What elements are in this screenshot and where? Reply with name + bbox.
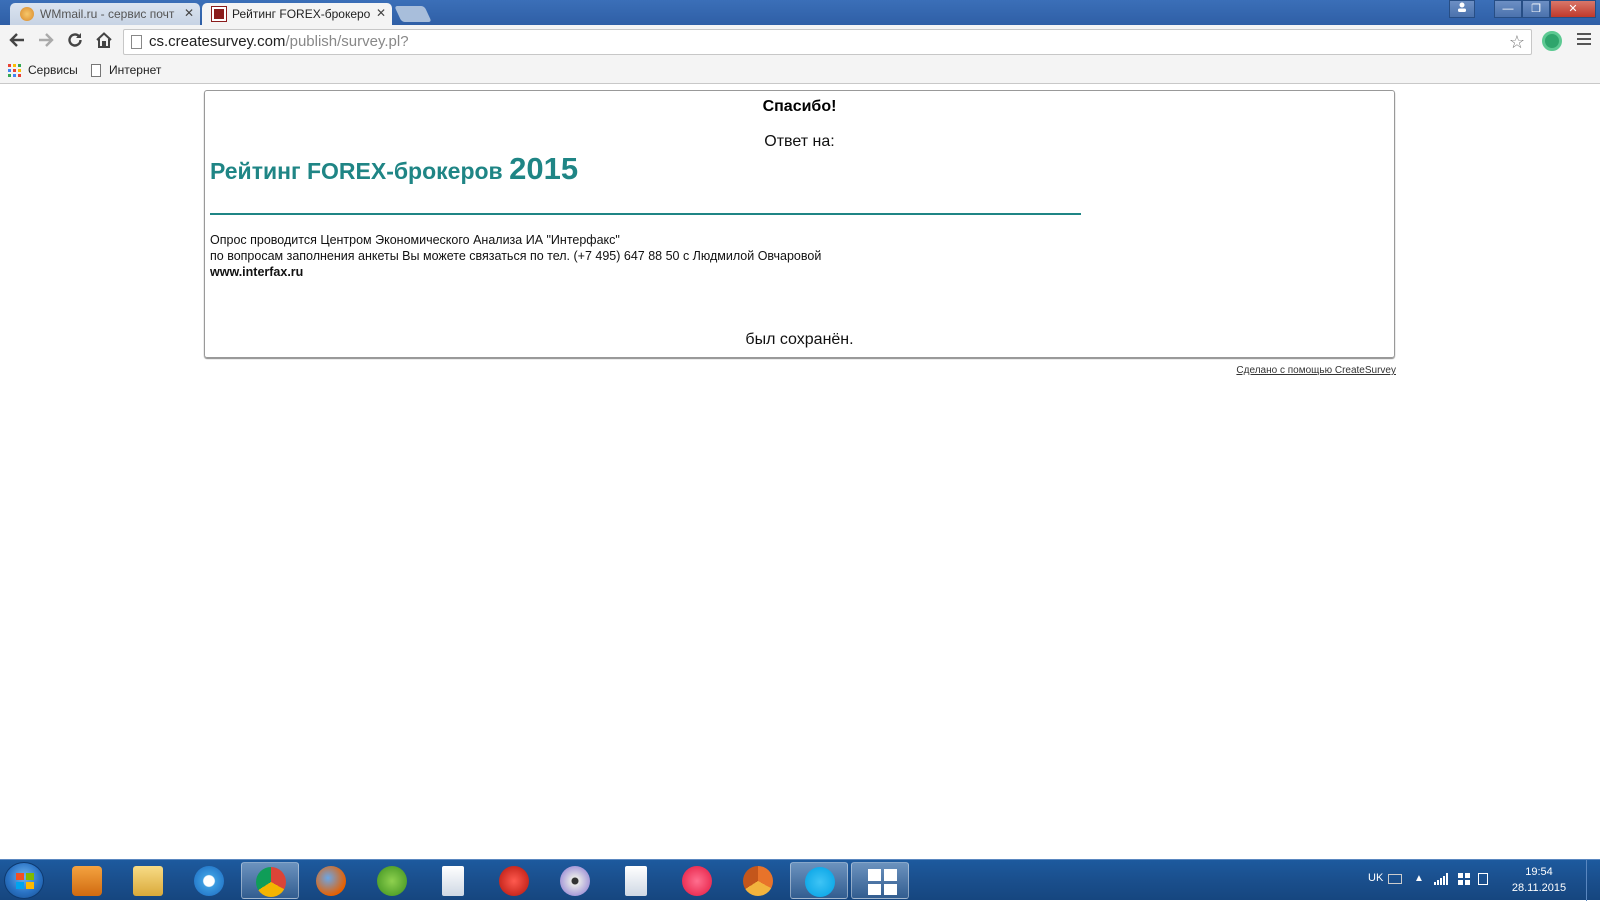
browser-toolbar: cs.createsurvey.com/publish/survey.pl? ☆ [0,25,1600,59]
browser-tab-strip: WMmail.ru - сервис почт ✕ Рейтинг FOREX-… [0,0,1600,25]
minimize-button[interactable]: — [1494,0,1522,18]
show-desktop-button[interactable] [1586,860,1600,901]
taskbar-dvd[interactable] [546,862,604,899]
keyboard-icon[interactable] [1388,874,1402,884]
reload-icon [68,33,82,47]
bookmark-label: Сервисы [28,63,78,77]
survey-confirmation-box: Спасибо! Ответ на: Рейтинг FOREX-брокеро… [204,90,1395,358]
dvd-icon [560,866,590,896]
thanks-heading: Спасибо! [762,98,837,115]
clock[interactable]: 19:54 28.11.2015 [1504,864,1574,896]
page-icon [91,63,101,77]
bookmark-star-icon[interactable]: ☆ [1509,30,1525,54]
bookmarks-bar: Сервисы Интернет [0,59,1600,84]
maximize-button[interactable]: ❐ [1522,0,1550,18]
media-player-icon [72,866,102,896]
notepad-icon [625,866,647,896]
survey-title: Рейтинг FOREX-брокеров 2015 [210,151,578,187]
tab-forex-rating[interactable]: Рейтинг FOREX-брокеро ✕ [202,3,392,25]
itunes-icon [682,866,712,896]
home-button[interactable] [93,31,115,53]
profile-button[interactable] [1449,0,1475,18]
survey-info: Опрос проводится Центром Экономического … [210,232,821,280]
user-icon [1458,2,1466,12]
show-hidden-icons-icon[interactable]: ▲ [1414,873,1424,884]
taskbar-media-player[interactable] [58,862,116,899]
info-line: по вопросам заполнения анкеты Вы можете … [210,249,822,263]
extension-icon[interactable] [1542,31,1562,51]
wmmail-icon [20,7,34,21]
language-indicator[interactable]: UK [1368,872,1383,884]
skype-icon [805,867,835,897]
info-line: Опрос проводится Центром Экономического … [210,233,620,247]
createsurvey-icon [211,6,227,22]
chrome-canary-icon [743,866,773,896]
taskbar-chrome-canary[interactable] [729,862,787,899]
bookmark-label: Интернет [109,63,162,77]
pokerstars-icon [499,866,529,896]
tab-wmmail[interactable]: WMmail.ru - сервис почт ✕ [10,3,200,25]
menu-icon[interactable] [1577,33,1591,48]
tab-title: Рейтинг FOREX-брокеро [232,7,371,21]
apps-icon [8,63,21,77]
chrome-icon [256,867,286,897]
forward-button[interactable] [35,31,57,53]
forward-arrow-icon [39,33,54,47]
url-host: cs.createsurvey.com [149,33,286,50]
network-signal-icon[interactable] [1434,873,1450,885]
taskbar-windows[interactable] [851,862,909,899]
page-viewport: Спасибо! Ответ на: Рейтинг FOREX-брокеро… [0,85,1600,859]
power-icon[interactable] [1478,873,1488,885]
home-icon [96,32,112,48]
clock-time: 19:54 [1525,866,1553,878]
createsurvey-credit-link[interactable]: Сделано с помощью CreateSurvey [1196,365,1396,376]
windows-logo-icon [16,873,34,889]
taskbar-skype[interactable] [790,862,848,899]
taskbar-notepad[interactable] [424,862,482,899]
taskbar-file-explorer[interactable] [119,862,177,899]
bookmark-services[interactable]: Сервисы [8,63,78,77]
close-tab-icon[interactable]: ✕ [184,6,194,20]
firefox-icon [316,866,346,896]
back-arrow-icon [9,33,24,47]
notepad-icon [442,866,464,896]
answer-on-label: Ответ на: [764,133,835,150]
address-bar[interactable]: cs.createsurvey.com/publish/survey.pl? ☆ [123,29,1532,55]
taskbar-utorrent[interactable] [363,862,421,899]
taskbar-firefox[interactable] [302,862,360,899]
taskbar-pokerstars[interactable] [485,862,543,899]
title-divider [210,213,1081,215]
internet-explorer-icon [194,866,224,896]
start-button[interactable] [4,862,44,899]
taskbar-itunes[interactable] [668,862,726,899]
close-window-button[interactable]: ✕ [1550,0,1596,18]
saved-message: был сохранён. [745,331,854,348]
clock-date: 28.11.2015 [1511,882,1567,894]
action-center-icon[interactable] [1458,873,1470,885]
interfax-link[interactable]: www.interfax.ru [210,265,303,279]
windows-taskbar: UK ▲ 19:54 28.11.2015 [0,859,1600,901]
new-tab-button[interactable] [394,6,432,22]
page-icon [131,35,142,49]
tab-title: WMmail.ru - сервис почт [40,7,175,21]
bookmark-internet[interactable]: Интернет [91,63,161,77]
url-path: /publish/survey.pl? [285,33,409,50]
reload-button[interactable] [64,31,86,53]
back-button[interactable] [6,31,28,53]
survey-title-year: 2015 [509,151,579,186]
survey-title-text: Рейтинг FOREX-брокеров [210,158,503,184]
close-tab-icon[interactable]: ✕ [376,6,386,20]
taskbar-chrome[interactable] [241,862,299,899]
file-explorer-icon [133,866,163,896]
taskbar-internet-explorer[interactable] [180,862,238,899]
utorrent-icon [377,866,407,896]
windows-icon [868,869,897,895]
taskbar-notepad-2[interactable] [607,862,665,899]
